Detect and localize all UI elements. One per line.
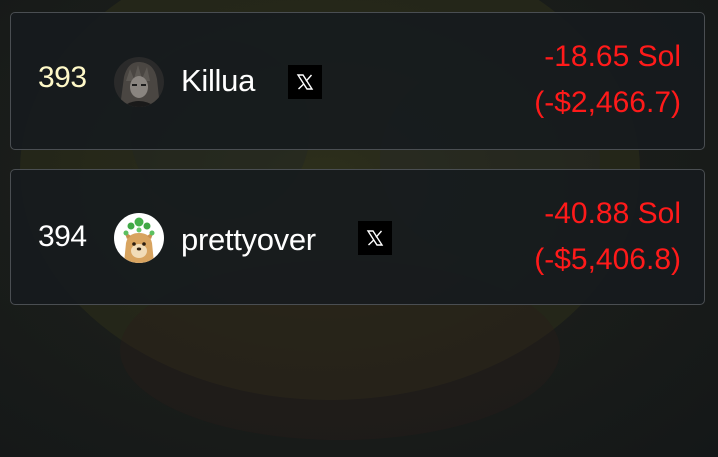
avatar[interactable]	[114, 57, 164, 107]
x-logo-icon	[366, 230, 384, 246]
leaderboard-row[interactable]: 394 prettyover -40.88 Sol (-$5,406.8)	[10, 169, 705, 305]
pnl-block: -40.88 Sol (-$5,406.8)	[534, 191, 681, 283]
username[interactable]: prettyover	[181, 222, 316, 258]
username[interactable]: Killua	[181, 63, 255, 99]
pnl-usd: (-$5,406.8)	[534, 243, 681, 276]
rank-number: 393	[38, 61, 87, 94]
pnl-sol: -18.65 Sol	[544, 40, 681, 73]
avatar[interactable]	[114, 213, 164, 263]
rank-number: 394	[38, 220, 87, 253]
x-logo-icon	[296, 74, 314, 90]
x-profile-link[interactable]	[288, 65, 322, 99]
leaderboard-row[interactable]: 393 Killua -18.65 Sol (-$2,466.7)	[10, 12, 705, 150]
pnl-sol: -40.88 Sol	[544, 197, 681, 230]
x-profile-link[interactable]	[358, 221, 392, 255]
pnl-block: -18.65 Sol (-$2,466.7)	[534, 34, 681, 126]
pnl-usd: (-$2,466.7)	[534, 86, 681, 119]
